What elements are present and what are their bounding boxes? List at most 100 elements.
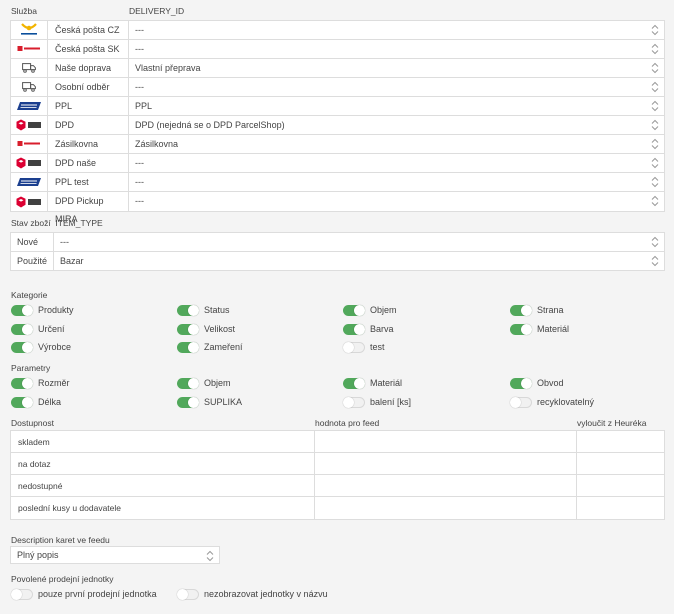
delivery-name: DPD naše bbox=[48, 154, 129, 172]
toggle-knob bbox=[354, 305, 365, 316]
toggle-knob bbox=[343, 342, 354, 353]
toggle-switch[interactable] bbox=[343, 342, 365, 353]
feed-value-input[interactable] bbox=[315, 475, 577, 497]
toggle-switch[interactable] bbox=[11, 323, 33, 335]
feed-value-header: hodnota pro feed bbox=[315, 418, 380, 428]
select-arrows-icon bbox=[206, 550, 214, 562]
delivery-id-select[interactable]: --- bbox=[129, 192, 664, 211]
toggle-switch[interactable] bbox=[177, 396, 199, 408]
toggle-switch[interactable] bbox=[343, 305, 365, 316]
delivery-row: Zásilkovna Zásilkovna bbox=[11, 135, 664, 154]
toggle-switch[interactable] bbox=[510, 305, 532, 316]
item-type-select[interactable]: Bazar bbox=[54, 252, 664, 271]
delivery-id-select[interactable]: --- bbox=[129, 21, 664, 39]
delivery-id-select[interactable]: --- bbox=[129, 173, 664, 191]
feed-value-input[interactable] bbox=[315, 453, 577, 475]
toggle-switch[interactable] bbox=[510, 323, 532, 335]
toggle-switch[interactable] bbox=[177, 589, 199, 600]
delivery-id-value: DPD (nejedná se o DPD ParcelShop) bbox=[135, 120, 285, 130]
toggle-label: Rozměr bbox=[38, 378, 70, 388]
availability-row: na dotaz bbox=[11, 453, 664, 475]
delivery-row: PPL PPL bbox=[11, 97, 664, 116]
select-arrows-icon bbox=[651, 119, 659, 131]
delivery-id-select[interactable]: DPD (nejedná se o DPD ParcelShop) bbox=[129, 116, 664, 134]
toggle-switch[interactable] bbox=[343, 378, 365, 389]
delivery-id-value: PPL bbox=[135, 101, 153, 111]
delivery-id-select[interactable]: --- bbox=[129, 78, 664, 96]
availability-name: na dotaz bbox=[11, 453, 315, 475]
balikovna-logo bbox=[11, 135, 48, 153]
feed-value-input[interactable] bbox=[315, 431, 577, 453]
feed-value-input[interactable] bbox=[315, 497, 577, 519]
delivery-id-select[interactable]: Zásilkovna bbox=[129, 135, 664, 153]
select-arrows-icon bbox=[651, 43, 659, 55]
toggle-knob bbox=[343, 396, 354, 408]
delivery-name: Naše doprava bbox=[48, 59, 129, 77]
toggle-label: Objem bbox=[370, 305, 397, 315]
toggle-switch[interactable] bbox=[11, 589, 33, 600]
toggle-label: recyklovatelný bbox=[537, 396, 595, 407]
toggle-label: Status bbox=[204, 305, 230, 315]
delivery-row: DPD DPD (nejedná se o DPD ParcelShop) bbox=[11, 116, 664, 135]
toggle-switch[interactable] bbox=[11, 342, 33, 353]
item-type-select[interactable]: --- bbox=[54, 233, 664, 251]
toggle-knob bbox=[521, 305, 532, 316]
item-type-table: Nové --- Použité Bazar bbox=[10, 232, 665, 271]
select-arrows-icon bbox=[651, 255, 659, 267]
toggle-switch[interactable] bbox=[177, 342, 199, 353]
delivery-id-value: --- bbox=[135, 196, 144, 206]
item-type-name: Použité bbox=[11, 252, 54, 271]
toggle-label: Výrobce bbox=[38, 342, 72, 352]
toggle-label: Barva bbox=[370, 323, 394, 334]
toggle-switch[interactable] bbox=[11, 396, 33, 408]
toggle-switch[interactable] bbox=[177, 323, 199, 335]
toggle-switch[interactable] bbox=[343, 396, 365, 408]
delivery-id-select[interactable]: PPL bbox=[129, 97, 664, 115]
toggle-switch[interactable] bbox=[510, 378, 532, 389]
item-type-value: --- bbox=[60, 237, 69, 247]
toggle-knob bbox=[22, 342, 33, 353]
description-select[interactable]: Plný popis bbox=[10, 546, 220, 564]
availability-row: nedostupné bbox=[11, 475, 664, 497]
toggle-switch[interactable] bbox=[510, 396, 532, 408]
delivery-row: PPL test --- bbox=[11, 173, 664, 192]
toggle-label: nezobrazovat jednotky v názvu bbox=[204, 589, 328, 599]
toggle-knob bbox=[188, 378, 199, 389]
toggle-knob bbox=[11, 589, 22, 600]
select-arrows-icon bbox=[651, 195, 659, 207]
dpd-logo bbox=[11, 116, 48, 134]
toggle-knob bbox=[510, 396, 521, 408]
select-arrows-icon bbox=[651, 176, 659, 188]
toggle-knob bbox=[22, 396, 33, 408]
delivery-row: DPD naše --- bbox=[11, 154, 664, 173]
truck-icon bbox=[11, 78, 48, 96]
toggle-knob bbox=[521, 323, 532, 335]
toggle-label: Délka bbox=[38, 396, 62, 407]
toggle-switch[interactable] bbox=[177, 378, 199, 389]
item-type-row: Použité Bazar bbox=[11, 252, 664, 271]
exclude-heureka-checkbox[interactable] bbox=[577, 497, 664, 519]
toggle-label: Materiál bbox=[370, 378, 403, 388]
toggle-switch[interactable] bbox=[343, 323, 365, 335]
delivery-id-select[interactable]: Vlastní přeprava bbox=[129, 59, 664, 77]
delivery-name: Česká pošta SK bbox=[48, 40, 129, 58]
exclude-heureka-header: vyloučit z Heuréka bbox=[577, 418, 647, 428]
delivery-id-select[interactable]: --- bbox=[129, 154, 664, 172]
exclude-heureka-checkbox[interactable] bbox=[577, 475, 664, 497]
delivery-row: Česká pošta SK --- bbox=[11, 40, 664, 59]
toggle-switch[interactable] bbox=[11, 378, 33, 389]
toggle-knob bbox=[521, 378, 532, 389]
delivery-row: Česká pošta CZ --- bbox=[11, 21, 664, 40]
toggle-label: Určení bbox=[38, 323, 65, 334]
exclude-heureka-checkbox[interactable] bbox=[577, 431, 664, 453]
toggle-switch[interactable] bbox=[11, 305, 33, 316]
availability-row: skladem bbox=[11, 431, 664, 453]
exclude-heureka-checkbox[interactable] bbox=[577, 453, 664, 475]
item-type-value: Bazar bbox=[60, 256, 84, 266]
toggle-label: pouze první prodejní jednotka bbox=[38, 589, 157, 599]
toggle-knob bbox=[22, 323, 33, 335]
toggle-switch[interactable] bbox=[177, 305, 199, 316]
delivery-id-value: --- bbox=[135, 82, 144, 92]
toggle-label: Velikost bbox=[204, 323, 236, 334]
delivery-id-select[interactable]: --- bbox=[129, 40, 664, 58]
